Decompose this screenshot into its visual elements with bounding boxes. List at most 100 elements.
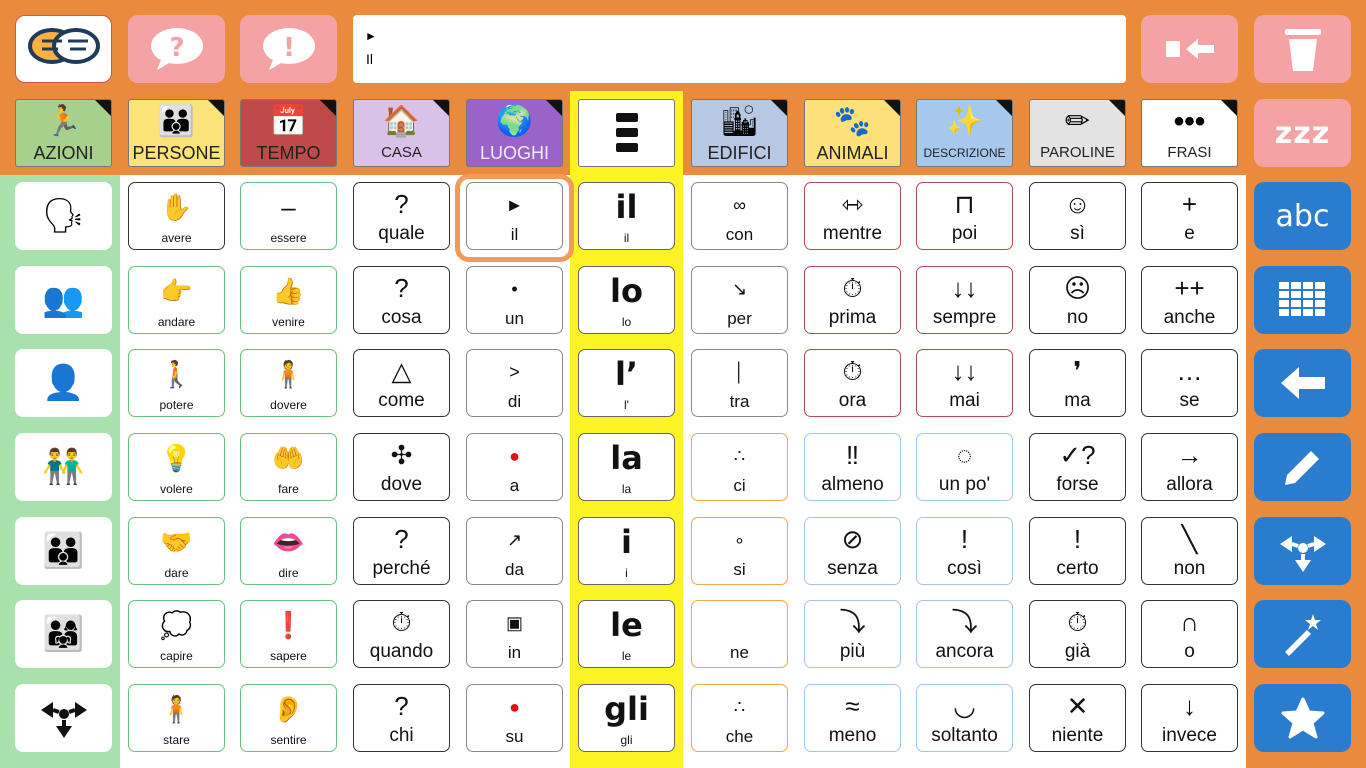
word-cell[interactable]: ? quale <box>353 182 450 250</box>
category-azioni[interactable]: 🏃 AZIONI <box>15 99 112 167</box>
backspace-button[interactable] <box>1141 15 1238 83</box>
you-plural-button[interactable]: 👪 <box>15 517 112 585</box>
magic-button[interactable] <box>1254 600 1351 668</box>
category-paroline[interactable]: ✏ PAROLINE <box>1029 99 1126 167</box>
navigate-button[interactable] <box>1254 517 1351 585</box>
word-cell[interactable]: 🤝 dare <box>128 517 225 585</box>
word-cell[interactable]: • un <box>466 266 563 334</box>
word-cell[interactable]: ∞ con <box>691 182 788 250</box>
word-cell[interactable]: ⊘ senza <box>804 517 901 585</box>
word-cell[interactable]: ⤵ più <box>804 600 901 668</box>
article-cell[interactable]: gli gli <box>578 684 675 752</box>
category-luoghi[interactable]: 🌍 LUOGHI <box>466 99 563 167</box>
directions-button[interactable] <box>15 684 112 752</box>
word-cell[interactable]: ≈ meno <box>804 684 901 752</box>
article-cell[interactable]: l’ l' <box>578 349 675 417</box>
word-cell[interactable]: ⤵ ancora <box>916 600 1013 668</box>
word-cell[interactable]: ↓↓ mai <box>916 349 1013 417</box>
trash-button[interactable] <box>1254 15 1351 83</box>
word-cell[interactable]: ⏱ prima <box>804 266 901 334</box>
word-cell[interactable]: ⏱ già <box>1029 600 1126 668</box>
word-cell[interactable]: ✓? forse <box>1029 433 1126 501</box>
word-cell[interactable]: ❜ ma <box>1029 349 1126 417</box>
word-cell[interactable]: ? cosa <box>353 266 450 334</box>
word-cell[interactable]: │ tra <box>691 349 788 417</box>
word-cell[interactable]: → allora <box>1141 433 1238 501</box>
category-casa[interactable]: 🏠 CASA <box>353 99 450 167</box>
word-cell[interactable]: ● a <box>466 433 563 501</box>
word-cell[interactable]: 👉 andare <box>128 266 225 334</box>
exclamation-button[interactable]: ! <box>240 15 337 83</box>
word-cell[interactable]: ✋ avere <box>128 182 225 250</box>
article-cell[interactable]: lo lo <box>578 266 675 334</box>
word-cell[interactable]: – essere <box>240 182 337 250</box>
word-cell[interactable]: ⏱ quando <box>353 600 450 668</box>
word-cell[interactable]: > di <box>466 349 563 417</box>
word-cell[interactable]: … se <box>1141 349 1238 417</box>
category-animali[interactable]: 🐾 ANIMALI <box>804 99 901 167</box>
word-cell[interactable]: ! certo <box>1029 517 1126 585</box>
word-cell[interactable]: ☹ no <box>1029 266 1126 334</box>
edit-button[interactable] <box>1254 433 1351 501</box>
word-cell[interactable]: 💭 capire <box>128 600 225 668</box>
word-cell[interactable]: ⏱ ora <box>804 349 901 417</box>
word-cell[interactable]: ↓ invece <box>1141 684 1238 752</box>
category-edifici[interactable]: 🏙 EDIFICI <box>691 99 788 167</box>
word-cell[interactable]: ‼ almeno <box>804 433 901 501</box>
category-tempo[interactable]: 📅 TEMPO <box>240 99 337 167</box>
word-cell[interactable]: ∴ che <box>691 684 788 752</box>
word-cell[interactable]: ❗ sapere <box>240 600 337 668</box>
word-cell[interactable]: ⇿ mentre <box>804 182 901 250</box>
word-cell[interactable]: + e <box>1141 182 1238 250</box>
word-cell[interactable]: 👂 sentire <box>240 684 337 752</box>
person-and-child-button[interactable]: 👤 <box>15 349 112 417</box>
word-cell[interactable]: ∩ o <box>1141 600 1238 668</box>
word-cell[interactable]: ☺ sì <box>1029 182 1126 250</box>
word-cell[interactable]: 💡 volere <box>128 433 225 501</box>
word-cell[interactable]: 🚶 potere <box>128 349 225 417</box>
two-people-speaking-button[interactable]: 👥 <box>15 266 112 334</box>
word-cell[interactable]: ● su <box>466 684 563 752</box>
favorites-button[interactable] <box>1254 684 1351 752</box>
word-cell[interactable]: ∴ ci <box>691 433 788 501</box>
word-cell[interactable]: △ come <box>353 349 450 417</box>
category-frasi[interactable]: ••• FRASI <box>1141 99 1238 167</box>
word-cell[interactable]: ne <box>691 600 788 668</box>
article-cell[interactable]: le le <box>578 600 675 668</box>
word-cell[interactable]: ∘ si <box>691 517 788 585</box>
word-cell[interactable]: ◡ soltanto <box>916 684 1013 752</box>
back-button[interactable] <box>1254 349 1351 417</box>
word-cell[interactable]: ++ anche <box>1141 266 1238 334</box>
word-cell[interactable]: ╲ non <box>1141 517 1238 585</box>
word-cell[interactable]: 🧍 dovere <box>240 349 337 417</box>
word-cell[interactable]: 👍 venire <box>240 266 337 334</box>
category-menu[interactable] <box>578 99 675 167</box>
word-cell[interactable]: ✣ dove <box>353 433 450 501</box>
person-speaking-button[interactable]: 🗣 <box>15 182 112 250</box>
word-cell[interactable]: ? perché <box>353 517 450 585</box>
question-button[interactable]: ? <box>128 15 225 83</box>
word-cell[interactable]: ✕ niente <box>1029 684 1126 752</box>
word-cell[interactable]: 🧍 stare <box>128 684 225 752</box>
grid-keyboard-button[interactable] <box>1254 266 1351 334</box>
article-cell[interactable]: ii <box>578 517 675 585</box>
they-button[interactable]: 👨‍👩‍👧 <box>15 600 112 668</box>
we-button[interactable]: 👬 <box>15 433 112 501</box>
chat-button[interactable] <box>15 15 112 83</box>
word-cell[interactable]: ↗ da <box>466 517 563 585</box>
article-cell[interactable]: il il <box>578 182 675 250</box>
keyboard-abc-button[interactable]: abc <box>1254 182 1351 250</box>
word-cell[interactable]: ! così <box>916 517 1013 585</box>
word-cell[interactable]: 🤲 fare <box>240 433 337 501</box>
article-cell[interactable]: la la <box>578 433 675 501</box>
category-descrizione[interactable]: ✨ DESCRIZIONE <box>916 99 1013 167</box>
word-cell[interactable]: ? chi <box>353 684 450 752</box>
word-cell[interactable]: ↓↓ sempre <box>916 266 1013 334</box>
word-cell[interactable]: ▣ in <box>466 600 563 668</box>
message-bar[interactable]: ► Il <box>353 15 1126 83</box>
word-cell[interactable]: 👄 dire <box>240 517 337 585</box>
word-cell[interactable]: ⊓ poi <box>916 182 1013 250</box>
category-persone[interactable]: 👪 PERSONE <box>128 99 225 167</box>
word-cell[interactable]: ◌ un po' <box>916 433 1013 501</box>
word-cell[interactable]: ↘ per <box>691 266 788 334</box>
